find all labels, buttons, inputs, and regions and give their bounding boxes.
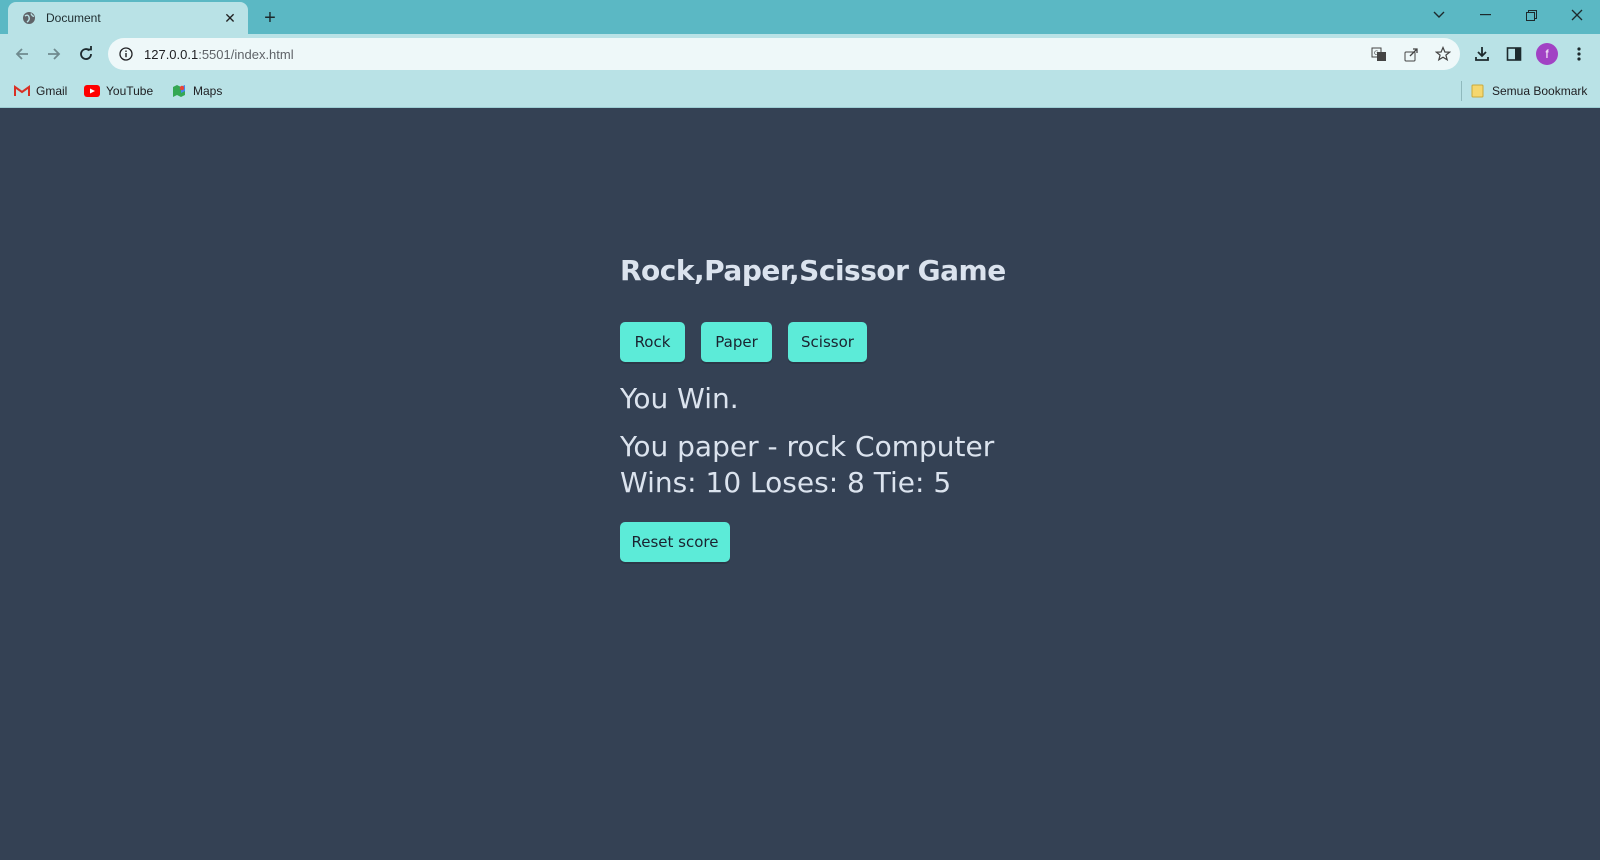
tab-search-icon[interactable] — [1416, 0, 1462, 30]
back-arrow-icon[interactable] — [7, 39, 37, 69]
restore-button[interactable] — [1508, 0, 1554, 30]
all-bookmarks-label: Semua Bookmark — [1492, 84, 1588, 98]
result-text: You Win. — [620, 382, 739, 415]
browser-toolbar: 127.0.0.1:5501/index.html G f — [0, 34, 1600, 74]
reset-score-button[interactable]: Reset score — [620, 522, 730, 562]
scissor-button[interactable]: Scissor — [788, 322, 867, 362]
bookmark-label: Gmail — [36, 84, 68, 98]
youtube-icon — [84, 83, 100, 99]
bookmark-label: YouTube — [106, 84, 154, 98]
address-bar[interactable]: 127.0.0.1:5501/index.html G — [108, 38, 1460, 70]
tab-title: Document — [46, 11, 101, 25]
url-text: 127.0.0.1:5501/index.html — [144, 47, 294, 62]
folder-icon — [1470, 83, 1486, 99]
bookmarks-divider — [1461, 81, 1462, 101]
bookmark-star-icon[interactable] — [1434, 45, 1452, 63]
bookmark-maps[interactable]: Maps — [171, 82, 222, 100]
share-icon[interactable] — [1402, 45, 1420, 63]
rock-button[interactable]: Rock — [620, 322, 685, 362]
moves-text: You paper - rock Computer — [620, 430, 995, 463]
download-icon[interactable] — [1471, 43, 1493, 65]
bookmark-youtube[interactable]: YouTube — [84, 82, 153, 100]
side-panel-icon[interactable] — [1503, 43, 1525, 65]
bookmark-gmail[interactable]: Gmail — [14, 82, 67, 100]
translate-icon[interactable]: G — [1370, 45, 1388, 63]
info-icon[interactable] — [118, 46, 134, 62]
svg-text:G: G — [1374, 50, 1379, 57]
url-path: :5501/index.html — [198, 46, 294, 62]
globe-icon — [21, 10, 37, 26]
page-title: Rock,Paper,Scissor Game — [620, 254, 1006, 287]
forward-arrow-icon[interactable] — [39, 39, 69, 69]
score-text: Wins: 10 Loses: 8 Tie: 5 — [620, 466, 952, 499]
url-host: 127.0.0.1 — [144, 46, 199, 62]
maps-icon — [171, 83, 187, 99]
profile-avatar[interactable]: f — [1536, 43, 1558, 65]
new-tab-button[interactable]: + — [258, 6, 282, 30]
minimize-button[interactable] — [1462, 0, 1508, 30]
title-bar: Document ✕ + — [0, 0, 1600, 34]
close-window-button[interactable] — [1554, 0, 1600, 30]
reload-icon[interactable] — [71, 39, 101, 69]
tab-document[interactable]: Document ✕ — [8, 2, 248, 34]
menu-kebab-icon[interactable] — [1568, 43, 1590, 65]
paper-button[interactable]: Paper — [701, 322, 772, 362]
all-bookmarks-button[interactable]: Semua Bookmark — [1470, 82, 1587, 100]
close-tab-icon[interactable]: ✕ — [222, 10, 238, 26]
bookmark-label: Maps — [193, 84, 223, 98]
bookmarks-bar: Gmail YouTube Maps Semua Bookmark — [0, 74, 1600, 108]
gmail-icon — [14, 83, 30, 99]
